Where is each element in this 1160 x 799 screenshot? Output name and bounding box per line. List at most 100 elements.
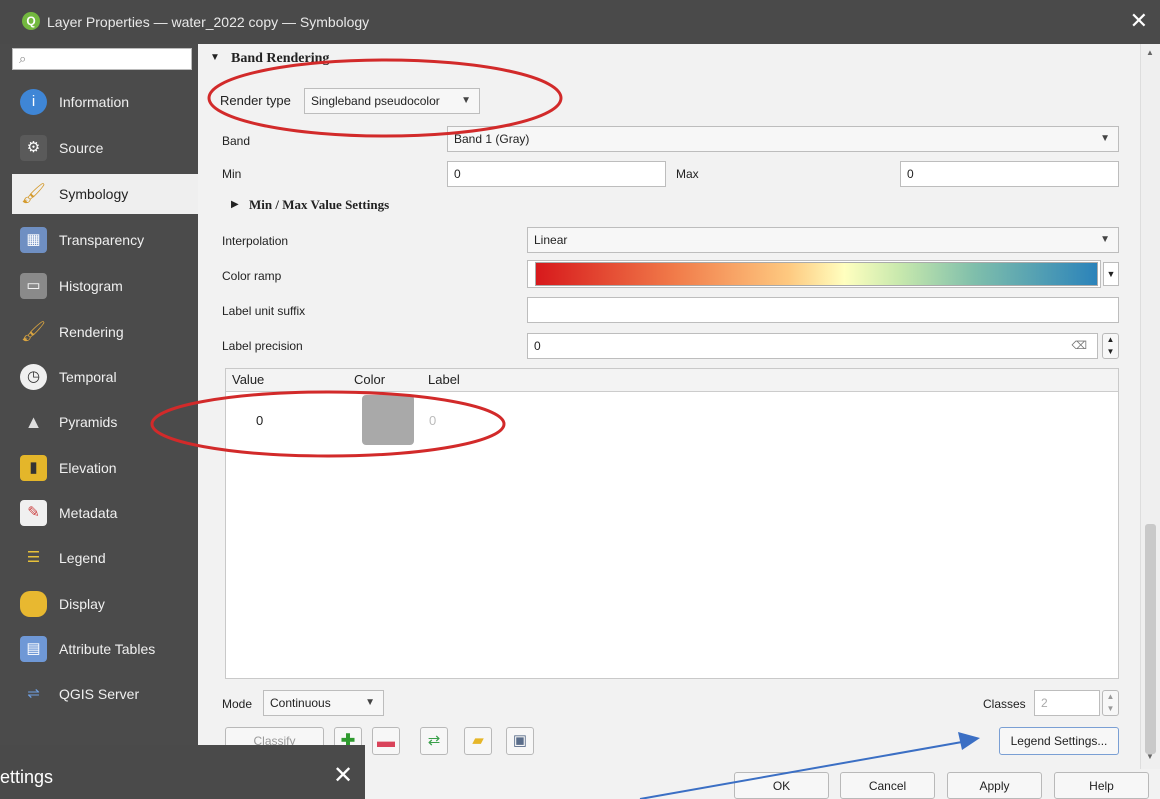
expand-arrow-icon[interactable]: ▶ [231, 199, 239, 210]
sidebar-item-label: Metadata [59, 505, 118, 521]
band-value: Band 1 (Gray) [454, 132, 530, 146]
min-label: Min [222, 167, 242, 181]
chevron-down-icon: ▼ [461, 95, 471, 106]
sidebar-item-pyramids[interactable]: ▲ Pyramids [12, 402, 198, 442]
table-icon: ▤ [20, 636, 47, 662]
sidebar-item-label: Rendering [59, 324, 124, 340]
clear-icon[interactable]: ⌫ [1071, 334, 1087, 358]
sidebar-item-information[interactable]: i Information [12, 82, 198, 122]
scroll-down-icon[interactable]: ▼ [1146, 752, 1154, 761]
sidebar-item-label: Pyramids [59, 414, 118, 430]
max-input[interactable]: 0 [900, 161, 1119, 187]
window-title: Layer Properties — water_2022 copy — Sym… [47, 14, 370, 30]
collapse-arrow-icon[interactable]: ▼ [210, 52, 220, 63]
legend-icon: ☰ [26, 549, 41, 566]
save-icon[interactable]: ▣ [506, 727, 534, 755]
sidebar-item-transparency[interactable]: ▦ Transparency [12, 220, 198, 260]
sidebar-item-label: Histogram [59, 278, 123, 294]
sidebar-item-label: Legend [59, 550, 106, 566]
ok-button[interactable]: OK [734, 772, 829, 799]
minmax-settings-header[interactable]: Min / Max Value Settings [249, 197, 389, 213]
close-icon[interactable]: ✕ [1130, 9, 1148, 33]
classes-spinbox[interactable]: 2 [1034, 690, 1100, 716]
pyramid-icon: ▲ [24, 412, 43, 432]
cancel-button[interactable]: Cancel [840, 772, 935, 799]
sidebar-item-label: Elevation [59, 460, 117, 476]
sidebar-item-label: Transparency [59, 232, 145, 248]
row-value[interactable]: 0 [256, 413, 263, 428]
vertical-scrollbar[interactable]: ▲ ▼ [1140, 44, 1160, 774]
reverse-icon[interactable]: ⇄ [420, 727, 448, 755]
label-column-header[interactable]: Label [428, 372, 460, 387]
close-icon[interactable]: ✕ [333, 761, 353, 790]
sidebar-item-label: QGIS Server [59, 686, 140, 702]
legend-settings-button[interactable]: Legend Settings... [999, 727, 1119, 755]
title-bar: Q Layer Properties — water_2022 copy — S… [0, 0, 1160, 44]
sidebar-item-source[interactable]: ⚙ Source [12, 128, 198, 168]
sidebar-item-symbology[interactable]: 🖌 Symbology [12, 174, 198, 214]
rendering-brush-icon: 🖌 [20, 321, 47, 343]
band-select[interactable]: Band 1 (Gray) ▼ [447, 126, 1119, 152]
remove-class-button[interactable]: ▬ [372, 727, 400, 755]
apply-button[interactable]: Apply [947, 772, 1042, 799]
color-ramp-preview[interactable] [535, 262, 1098, 286]
info-icon: i [20, 89, 47, 115]
search-icon: ⌕ [19, 51, 27, 66]
max-label: Max [676, 167, 699, 181]
sidebar-item-legend[interactable]: ☰ Legend [12, 538, 198, 578]
background-dialog-titlebar: ettings ✕ [0, 745, 365, 799]
sidebar-item-temporal[interactable]: ◷ Temporal [12, 357, 198, 397]
mode-select[interactable]: Continuous ▼ [263, 690, 384, 716]
clock-icon: ◷ [20, 364, 47, 390]
chevron-down-icon[interactable]: ▼ [1103, 262, 1119, 286]
min-input[interactable]: 0 [447, 161, 666, 187]
folder-icon[interactable]: ▰ [464, 727, 492, 755]
server-icon: ⇌ [27, 685, 40, 702]
color-ramp-label: Color ramp [222, 269, 282, 283]
sidebar-item-elevation[interactable]: ▮ Elevation [12, 448, 198, 488]
value-column-header[interactable]: Value [232, 372, 264, 387]
color-swatch[interactable] [362, 395, 414, 445]
band-label: Band [222, 134, 251, 148]
sidebar-item-label: Symbology [59, 186, 129, 202]
sidebar-item-label: Display [59, 596, 105, 612]
paintbrush-icon: 🖌 [20, 183, 47, 205]
section-title: Band Rendering [231, 51, 330, 66]
help-button[interactable]: Help [1054, 772, 1149, 799]
class-table: Value Color Label 0 0 [225, 368, 1119, 679]
chevron-down-icon: ▼ [1100, 234, 1110, 245]
render-type-label: Render type [220, 93, 291, 108]
sidebar-item-rendering[interactable]: 🖌 Rendering [12, 312, 198, 352]
classes-stepper[interactable]: ▲ ▼ [1102, 690, 1119, 716]
sidebar-item-display[interactable]: Display [12, 584, 198, 624]
classes-label: Classes [983, 697, 1026, 711]
render-type-value: Singleband pseudocolor [311, 94, 440, 108]
label-unit-suffix-label: Label unit suffix [222, 304, 306, 318]
sidebar-item-metadata[interactable]: ✎ Metadata [12, 493, 198, 533]
class-table-header: Value Color Label [226, 369, 1118, 392]
source-icon: ⚙ [20, 135, 47, 161]
mode-value: Continuous [270, 696, 331, 710]
label-unit-suffix-input[interactable] [527, 297, 1119, 323]
interpolation-select[interactable]: Linear ▼ [527, 227, 1119, 253]
scroll-up-icon[interactable]: ▲ [1146, 48, 1154, 57]
precision-stepper[interactable]: ▲ ▼ [1102, 333, 1119, 359]
label-precision-value: 0 [534, 339, 541, 353]
row-label[interactable]: 0 [429, 413, 436, 428]
sidebar-item-label: Information [59, 94, 130, 110]
sidebar-item-histogram[interactable]: ▭ Histogram [12, 266, 198, 306]
render-type-select[interactable]: Singleband pseudocolor ▼ [304, 88, 480, 114]
sidebar-item-label: Attribute Tables [59, 641, 156, 657]
label-precision-spinbox[interactable]: 0 ⌫ [527, 333, 1098, 359]
sidebar-item-qgis-server[interactable]: ⇌ QGIS Server [12, 674, 198, 714]
qgis-logo-icon: Q [22, 12, 40, 30]
sidebar: ⌕ i Information ⚙ Source 🖌 Symbology ▦ T… [0, 44, 198, 799]
sidebar-item-attribute-tables[interactable]: ▤ Attribute Tables [12, 629, 198, 669]
interpolation-label: Interpolation [222, 234, 289, 248]
color-column-header[interactable]: Color [354, 372, 385, 387]
transparency-icon: ▦ [20, 227, 47, 253]
sidebar-item-label: Source [59, 140, 104, 156]
background-dialog-title: ettings [0, 767, 54, 787]
scroll-thumb[interactable] [1145, 524, 1156, 754]
sidebar-search-input[interactable]: ⌕ [12, 48, 192, 70]
